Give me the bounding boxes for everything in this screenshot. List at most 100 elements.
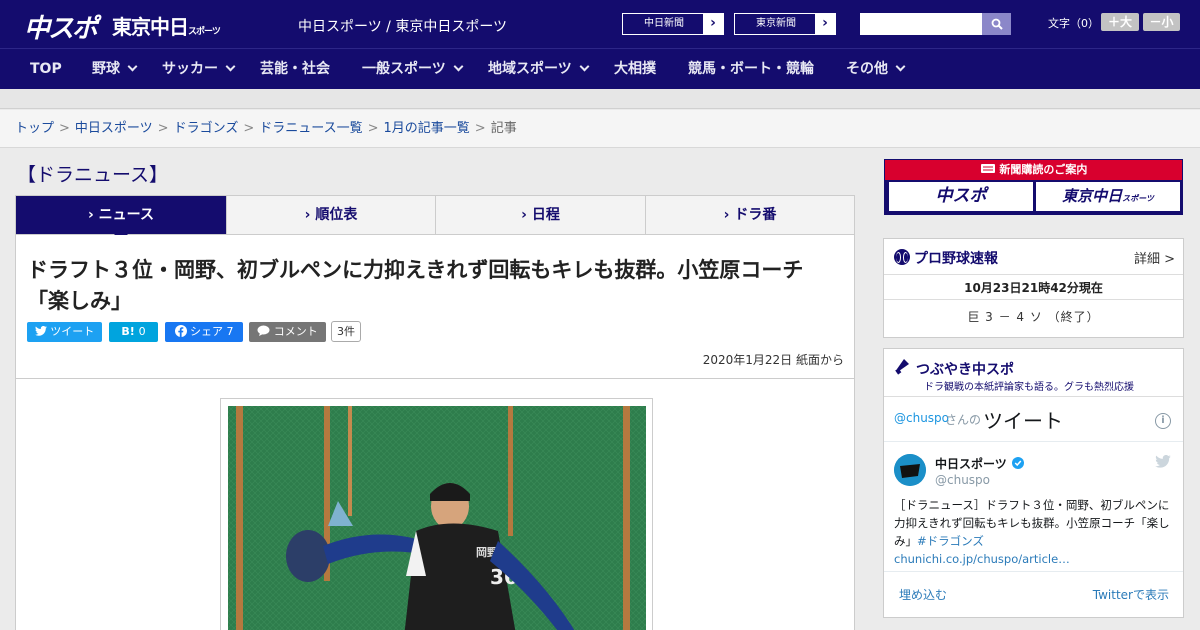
- verified-badge-icon: [1012, 457, 1024, 469]
- pro-baseball-detail-link[interactable]: 詳細 >: [1134, 248, 1175, 267]
- tab-marker: ›: [521, 207, 527, 223]
- breadcrumb-separator: >: [59, 121, 70, 136]
- breadcrumb-separator: >: [367, 121, 379, 136]
- newspaper-icon: [980, 164, 995, 173]
- tab-news[interactable]: › ニュース: [16, 196, 227, 241]
- nav-other[interactable]: その他: [846, 49, 906, 89]
- nav-soccer[interactable]: サッカー: [162, 49, 236, 89]
- breadcrumb-separator: >: [157, 121, 169, 136]
- nav-general-sports[interactable]: 一般スポーツ: [362, 49, 464, 89]
- hatena-bookmark-button[interactable]: B! 0: [109, 322, 158, 342]
- breadcrumb-current: 記事: [490, 121, 517, 136]
- hatena-icon: B!: [121, 325, 135, 338]
- tweet-user-name[interactable]: 中日スポーツ: [935, 455, 1007, 472]
- comment-button[interactable]: コメント: [249, 322, 326, 342]
- search-icon: [991, 18, 1003, 30]
- subscribe-chuspo-logo[interactable]: 中スポ: [889, 182, 1033, 211]
- tsubuyaki-subtitle: ドラ観戦の本紙評論家も語る。グラも熱烈応援: [924, 382, 1134, 393]
- embed-link[interactable]: 埋め込む: [899, 586, 947, 603]
- main-nav: TOP 野球 サッカー 芸能・社会 一般スポーツ 地域スポーツ 大相撲 競馬・ボ…: [0, 48, 1200, 89]
- subscribe-tokyo-chunichi-text: 東京中日: [1062, 187, 1123, 205]
- search-button[interactable]: [982, 13, 1011, 35]
- chevron-right-icon: ›: [815, 14, 835, 34]
- tweet-button[interactable]: ツイート: [27, 322, 102, 342]
- nav-keiba[interactable]: 競馬・ボート・競輪: [688, 49, 814, 89]
- baseball-updated-time: 10月23日21時42分現在: [884, 276, 1183, 300]
- hatena-count: 0: [138, 325, 146, 338]
- tokyo-shimbun-link[interactable]: 東京新聞 ›: [734, 13, 836, 35]
- tweet-button-label: ツイート: [50, 325, 95, 338]
- site-title: 中日スポーツ / 東京中日スポーツ: [298, 19, 508, 35]
- baseball-score[interactable]: 巨 3 － 4 ソ （終了）: [884, 305, 1183, 329]
- nav-top[interactable]: TOP: [30, 49, 62, 89]
- top-header: 中スポ 東京中日スポーツ 中日スポーツ / 東京中日スポーツ 中日新聞 › 東京…: [0, 0, 1200, 48]
- facebook-share-button[interactable]: シェア 7: [165, 322, 243, 342]
- tab-marker: ›: [88, 207, 94, 223]
- article-photo[interactable]: 岡野 36: [228, 406, 646, 630]
- breadcrumb-chunichi-sports[interactable]: 中日スポーツ: [75, 121, 153, 136]
- chunichi-shimbun-link[interactable]: 中日新聞 ›: [622, 13, 724, 35]
- tokyo-chunichi-logo-text: 東京中日: [112, 15, 189, 39]
- tokyo-chunichi-logo-small: スポーツ: [188, 27, 221, 37]
- twitter-account-suffix: さんの: [945, 413, 982, 427]
- nav-local-sports[interactable]: 地域スポーツ: [488, 49, 590, 89]
- tab-schedule[interactable]: › 日程: [436, 196, 646, 234]
- tokyo-shimbun-label: 東京新聞: [756, 18, 796, 29]
- breadcrumb-dora-news[interactable]: ドラニュース一覧: [259, 121, 362, 136]
- tab-marker: ›: [723, 207, 730, 223]
- nav-sumo[interactable]: 大相撲: [614, 49, 656, 89]
- pitcher-photo: 岡野 36: [228, 406, 646, 630]
- chevron-down-icon: [453, 61, 464, 72]
- tsubuyaki-title: つぶやき中スポ: [916, 362, 1014, 378]
- nav-baseball-label: 野球: [92, 61, 120, 77]
- article-photo-frame: 岡野 36: [220, 398, 653, 630]
- nav-entertainment[interactable]: 芸能・社会: [260, 49, 330, 89]
- tweet-hashtag[interactable]: #ドラゴンズ: [917, 534, 984, 548]
- twitter-timeline-footer: 埋め込む Twitterで表示: [884, 571, 1183, 617]
- breadcrumb-separator: >: [243, 121, 255, 136]
- dragons-tabs: › ニュース › 順位表 › 日程 › ドラ番: [15, 195, 855, 241]
- chuspo-avatar-icon: [894, 454, 926, 486]
- subscribe-tokyo-chunichi-logo[interactable]: 東京中日スポーツ: [1036, 182, 1180, 211]
- chevron-down-icon: [225, 61, 236, 72]
- tsubuyaki-box: つぶやき中スポ ドラ観戦の本紙評論家も語る。グラも熱烈応援 @chuspo さん…: [883, 348, 1184, 618]
- tweet-link[interactable]: chunichi.co.jp/chuspo/article…: [894, 552, 1070, 566]
- font-larger-button[interactable]: ＋大: [1101, 13, 1139, 31]
- tokyo-chunichi-logo[interactable]: 東京中日スポーツ: [112, 11, 221, 40]
- twitter-bird-icon: [34, 325, 47, 336]
- breadcrumb-separator: >: [474, 121, 486, 136]
- subscribe-tokyo-chunichi-small: スポーツ: [1122, 194, 1154, 203]
- tab-news-label: ニュース: [98, 207, 154, 223]
- article-dateline: 2020年1月22日 紙面から: [702, 353, 844, 367]
- nav-sumo-label: 大相撲: [614, 61, 656, 77]
- twitter-account-link[interactable]: @chuspo: [894, 411, 949, 425]
- megaphone-icon: [895, 359, 909, 375]
- breadcrumb-january[interactable]: 1月の記事一覧: [384, 121, 470, 136]
- speech-bubble-icon: [257, 325, 270, 336]
- twitter-timeline-header: @chuspo さんの ツイート i: [884, 398, 1183, 442]
- article: ドラフト３位・岡野、初ブルペンに力抑えきれず回転もキレも抜群。小笠原コーチ「楽し…: [15, 235, 855, 630]
- view-on-twitter-link[interactable]: Twitterで表示: [1093, 586, 1169, 603]
- tab-standings[interactable]: › 順位表: [227, 196, 436, 234]
- pro-baseball-box: プロ野球速報 詳細 > 10月23日21時42分現在 巨 3 － 4 ソ （終了…: [883, 238, 1184, 338]
- font-smaller-button[interactable]: －小: [1143, 13, 1180, 31]
- info-icon[interactable]: i: [1155, 413, 1171, 429]
- twitter-bird-icon[interactable]: [1155, 455, 1171, 468]
- tweet-user-handle[interactable]: @chuspo: [935, 473, 990, 487]
- tab-dora-ban[interactable]: › ドラ番: [646, 196, 854, 234]
- breadcrumb-top[interactable]: トップ: [15, 121, 54, 136]
- search-input[interactable]: [860, 13, 982, 35]
- nav-local-sports-label: 地域スポーツ: [488, 61, 572, 77]
- subscription-banner[interactable]: 新聞購読のご案内 中スポ 東京中日スポーツ: [884, 159, 1183, 215]
- nav-baseball[interactable]: 野球: [92, 49, 138, 89]
- breadcrumb: トップ > 中日スポーツ > ドラゴンズ > ドラニュース一覧 >1月の記事一覧 > 記事: [0, 110, 1200, 148]
- breadcrumb-dragons[interactable]: ドラゴンズ: [174, 121, 239, 136]
- facebook-icon: [174, 325, 187, 337]
- chuspo-logo[interactable]: 中スポ: [24, 8, 98, 45]
- tab-dora-ban-label: ドラ番: [734, 207, 777, 223]
- chunichi-shimbun-label: 中日新聞: [644, 18, 684, 29]
- section-title: 【ドラニュース】: [17, 164, 169, 186]
- font-size-label: 文字（0）: [1048, 17, 1099, 30]
- avatar[interactable]: [894, 454, 926, 486]
- nav-top-label: TOP: [30, 61, 62, 77]
